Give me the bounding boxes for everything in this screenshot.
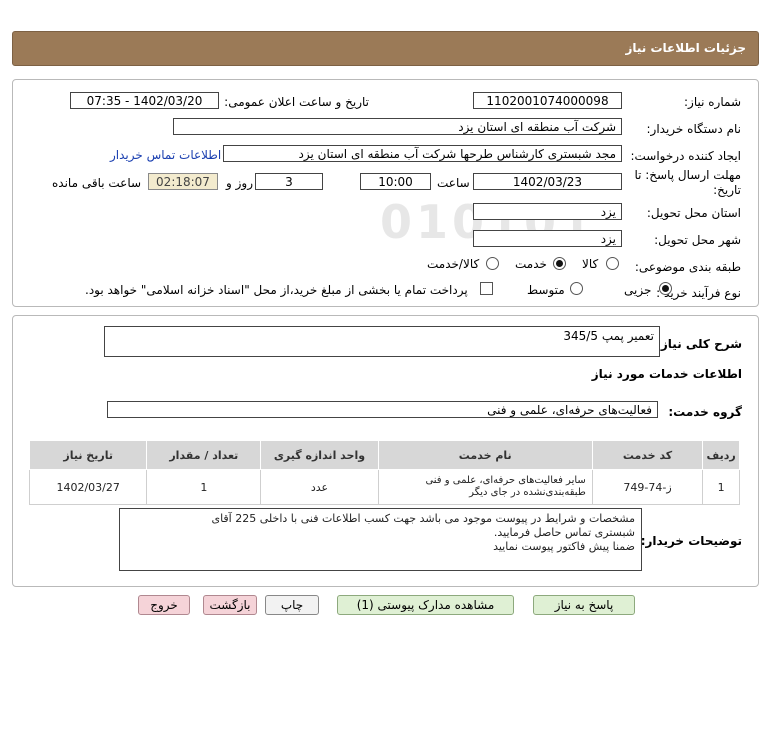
summary-label: شرح کلی نیاز: [656, 337, 742, 351]
col-header-date: تاریخ نیاز [28, 440, 148, 470]
process-radio-minor[interactable] [659, 282, 672, 295]
print-button[interactable]: چاپ [265, 595, 319, 615]
announce-datetime-label: تاریخ و ساعت اعلان عمومی: [224, 95, 369, 109]
need-number-label: شماره نیاز: [684, 95, 741, 109]
city-field: یزد [473, 230, 622, 247]
col-header-unit: واحد اندازه گیری [260, 440, 379, 470]
process-option-medium: متوسط [527, 283, 565, 297]
cell-qty: 1 [146, 469, 262, 505]
buyer-notes-line: مشخصات و شرایط در پیوست موجود می باشد جه… [211, 512, 635, 525]
col-header-code: کد خدمت [591, 440, 704, 470]
remaining-time-label: ساعت باقی مانده [52, 176, 142, 190]
buyer-notes-label: توضیحات خریدار: [640, 534, 742, 548]
category-radio-service[interactable] [553, 257, 566, 270]
requester-field: مجد شبستری کارشناس طرحها شرکت آب منطقه ا… [223, 145, 622, 162]
province-label: استان محل تحویل: [646, 206, 741, 220]
category-radio-goods[interactable] [606, 257, 619, 270]
category-radio-goods-service[interactable] [486, 257, 499, 270]
services-title: اطلاعات خدمات مورد نیاز [591, 367, 742, 381]
deadline-label: مهلت ارسال پاسخ: تا [634, 168, 741, 182]
page-header: جزئیات اطلاعات نیاز [12, 31, 759, 66]
deadline-time-label: ساعت [437, 176, 470, 190]
cell-unit: عدد [260, 469, 379, 505]
process-radio-medium[interactable] [570, 282, 583, 295]
province-field: یزد [473, 203, 622, 220]
service-group-field: فعالیت‌های حرفه‌ای، علمی و فنی [107, 401, 658, 418]
page-title: جزئیات اطلاعات نیاز [625, 41, 746, 55]
treasury-payment-checkbox[interactable] [480, 282, 493, 295]
table-row: 1 ز-74-749 سایر فعالیت‌های حرفه‌ای، علمی… [28, 469, 740, 505]
cell-code: ز-74-749 [591, 469, 704, 505]
deadline-date-field: 1402/03/23 [473, 173, 622, 190]
buyer-notes-field: مشخصات و شرایط در پیوست موجود می باشد جه… [119, 508, 642, 571]
need-number-field: 1102001074000098 [473, 92, 622, 109]
contact-buyer-link[interactable]: اطلاعات تماس خریدار [110, 148, 221, 162]
reply-button[interactable]: پاسخ به نیاز [533, 595, 635, 615]
exit-button[interactable]: خروج [138, 595, 190, 615]
view-attachments-button[interactable]: مشاهده مدارک پیوستی (1) [337, 595, 514, 615]
category-option-goods-service: کالا/خدمت [427, 257, 480, 271]
cell-name: سایر فعالیت‌های حرفه‌ای، علمی و فنی طبقه… [377, 469, 593, 505]
deadline-days-field: 3 [255, 173, 323, 190]
back-button[interactable]: بازگشت [203, 595, 257, 615]
buyer-org-field: شرکت آب منطقه ای استان یزد [173, 118, 622, 135]
col-header-name: نام خدمت [377, 440, 593, 470]
col-header-qty: تعداد / مقدار [146, 440, 262, 470]
announce-datetime-field: 1402/03/20 - 07:35 [70, 92, 219, 109]
remaining-time-field: 02:18:07 [148, 173, 218, 190]
category-option-goods: کالا [582, 257, 599, 271]
buyer-org-label: نام دستگاه خریدار: [646, 122, 742, 136]
treasury-payment-note: پرداخت تمام یا بخشی از مبلغ خرید،از محل … [85, 283, 468, 297]
buyer-notes-line: ضمنا پیش فاکتور پیوست نمایید [493, 540, 635, 553]
requester-label: ایجاد کننده درخواست: [630, 149, 741, 163]
process-option-minor: جزیی [624, 283, 652, 297]
city-label: شهر محل تحویل: [654, 233, 741, 247]
service-group-label: گروه خدمت: [668, 405, 742, 419]
cell-date: 1402/03/27 [28, 469, 148, 505]
category-label: طبقه بندی موضوعی: [634, 260, 741, 274]
summary-field: تعمیر پمپ 345/5 [104, 326, 660, 357]
services-table: ردیف کد خدمت نام خدمت واحد اندازه گیری ت… [28, 440, 740, 505]
category-option-service: خدمت [515, 257, 547, 271]
deadline-label-date: تاریخ: [713, 183, 741, 197]
deadline-days-label: روز و [226, 176, 253, 190]
deadline-time-field: 10:00 [360, 173, 431, 190]
buyer-notes-line: شبستری تماس حاصل فرمایید. [493, 526, 635, 539]
col-header-row: ردیف [702, 440, 740, 470]
cell-row: 1 [702, 469, 740, 505]
